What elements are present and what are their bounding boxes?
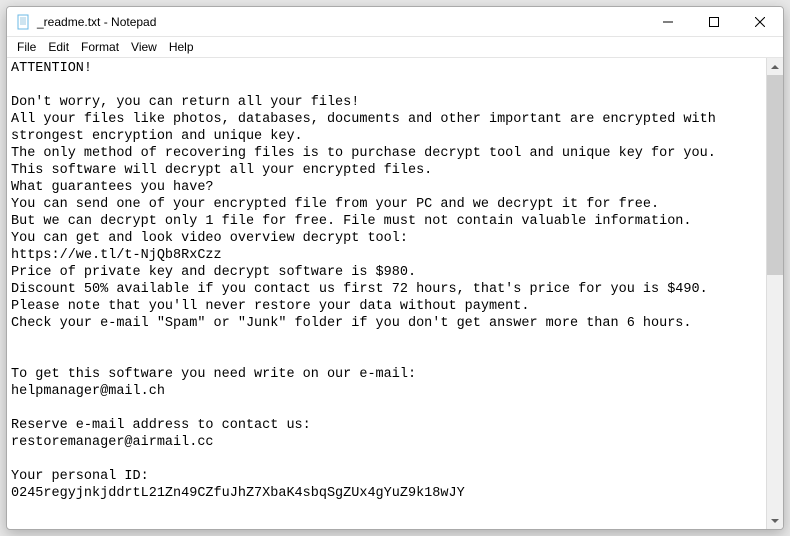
menubar: File Edit Format View Help bbox=[7, 37, 783, 57]
window-title: _readme.txt - Notepad bbox=[37, 15, 645, 29]
vertical-scrollbar[interactable] bbox=[766, 58, 783, 529]
scroll-down-arrow-icon[interactable] bbox=[767, 512, 783, 529]
scroll-up-arrow-icon[interactable] bbox=[767, 58, 783, 75]
window-controls bbox=[645, 7, 783, 36]
menu-file[interactable]: File bbox=[11, 38, 42, 56]
notepad-window: _readme.txt - Notepad File Edit Format V… bbox=[6, 6, 784, 530]
text-editor[interactable]: ATTENTION! Don't worry, you can return a… bbox=[7, 58, 766, 529]
menu-view[interactable]: View bbox=[125, 38, 163, 56]
minimize-button[interactable] bbox=[645, 7, 691, 36]
menu-help[interactable]: Help bbox=[163, 38, 200, 56]
menu-edit[interactable]: Edit bbox=[42, 38, 75, 56]
titlebar: _readme.txt - Notepad bbox=[7, 7, 783, 37]
scroll-thumb[interactable] bbox=[767, 75, 783, 275]
close-button[interactable] bbox=[737, 7, 783, 36]
maximize-button[interactable] bbox=[691, 7, 737, 36]
content-area: ATTENTION! Don't worry, you can return a… bbox=[7, 57, 783, 529]
menu-format[interactable]: Format bbox=[75, 38, 125, 56]
notepad-icon bbox=[15, 14, 31, 30]
